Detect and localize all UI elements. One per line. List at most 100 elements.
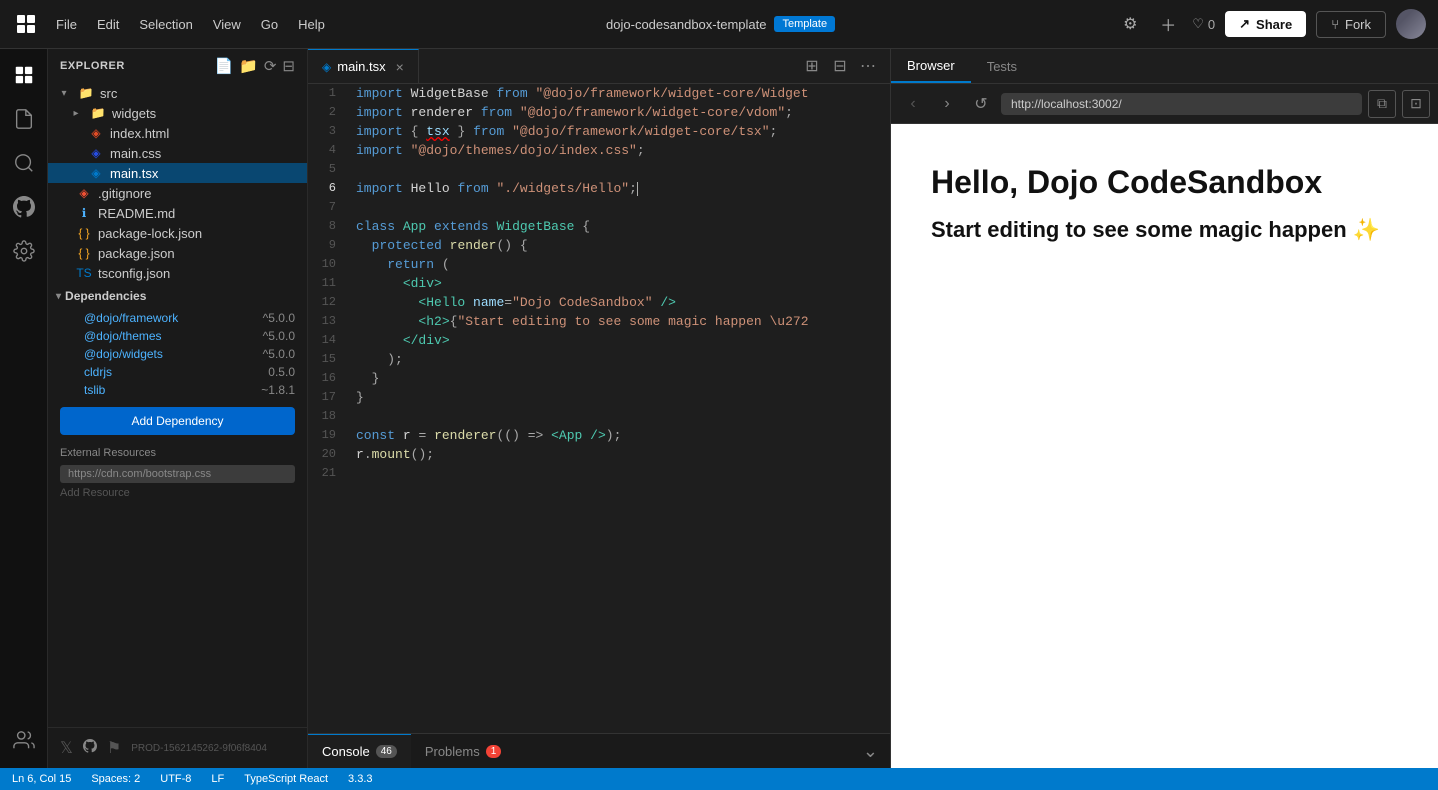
collapse-editor-icon[interactable]: ⊟ bbox=[828, 54, 852, 78]
folder-icon: 📁 bbox=[78, 85, 94, 101]
dep-dojo-widgets[interactable]: @dojo/widgets ^5.0.0 bbox=[48, 345, 307, 363]
widgets-folder[interactable]: ▸ 📁 widgets bbox=[48, 103, 307, 123]
plus-icon[interactable]: ＋ bbox=[1154, 10, 1182, 38]
split-editor-icon[interactable]: ⊞ bbox=[800, 54, 824, 78]
dep-cldrjs[interactable]: cldrjs 0.5.0 bbox=[48, 363, 307, 381]
problems-label: Problems bbox=[425, 744, 480, 759]
file-tsconfig[interactable]: TS tsconfig.json bbox=[48, 263, 307, 283]
menu-view[interactable]: View bbox=[213, 17, 241, 32]
user-avatar[interactable] bbox=[1396, 9, 1426, 39]
file-readme[interactable]: ℹ README.md bbox=[48, 203, 307, 223]
status-encoding[interactable]: UTF-8 bbox=[156, 773, 195, 785]
back-button[interactable]: ‹ bbox=[899, 90, 927, 118]
tab-close-button[interactable]: × bbox=[396, 59, 404, 75]
url-bar[interactable] bbox=[1001, 93, 1362, 115]
status-line-col[interactable]: Ln 6, Col 15 bbox=[8, 773, 75, 785]
file-label: index.html bbox=[110, 126, 169, 141]
status-language[interactable]: TypeScript React bbox=[240, 773, 332, 785]
file-label: tsconfig.json bbox=[98, 266, 170, 281]
tab-tests[interactable]: Tests bbox=[971, 49, 1033, 83]
refresh-icon[interactable]: ⟳ bbox=[264, 57, 277, 75]
file-label: README.md bbox=[98, 206, 175, 221]
tab-main-tsx[interactable]: ◈ main.tsx × bbox=[308, 49, 419, 83]
settings-sidebar-icon[interactable] bbox=[6, 233, 42, 269]
dependencies-section[interactable]: ▾ Dependencies bbox=[48, 283, 307, 309]
editor-actions: ⊞ ⊟ ⋯ bbox=[800, 54, 890, 78]
file-main-css[interactable]: ◈ main.css bbox=[48, 143, 307, 163]
new-file-icon[interactable]: 📄 bbox=[214, 57, 233, 75]
feedback-icon[interactable]: ⚑ bbox=[107, 738, 121, 758]
browser-tab-bar: Browser Tests bbox=[891, 49, 1438, 84]
file-package-json[interactable]: { } package.json bbox=[48, 243, 307, 263]
copy-url-icon[interactable]: ⧉ bbox=[1368, 90, 1396, 118]
spacer-icon bbox=[56, 265, 70, 281]
chevron-down-icon: ▾ bbox=[56, 291, 61, 302]
team-icon[interactable] bbox=[6, 722, 42, 758]
language-label: TypeScript React bbox=[244, 773, 328, 785]
tsx-file-icon: ◈ bbox=[88, 165, 104, 181]
preview-subtitle: Start editing to see some magic happen ✨ bbox=[931, 217, 1398, 243]
status-spaces[interactable]: Spaces: 2 bbox=[87, 773, 144, 785]
add-dependency-button[interactable]: Add Dependency bbox=[60, 407, 295, 435]
sidebar: EXPLORER 📄 📁 ⟳ ⊟ ▾ 📁 src ▸ 📁 widgets bbox=[48, 49, 308, 768]
file-package-lock[interactable]: { } package-lock.json bbox=[48, 223, 307, 243]
share-button[interactable]: ↗ Share bbox=[1225, 11, 1306, 37]
collapse-icon[interactable]: ⊟ bbox=[282, 57, 295, 75]
tab-browser[interactable]: Browser bbox=[891, 49, 971, 83]
new-folder-icon[interactable]: 📁 bbox=[239, 57, 258, 75]
file-gitignore[interactable]: ◈ .gitignore bbox=[48, 183, 307, 203]
status-line-ending[interactable]: LF bbox=[207, 773, 228, 785]
line-ending-label: LF bbox=[211, 773, 224, 785]
search-icon[interactable] bbox=[6, 145, 42, 181]
refresh-button[interactable]: ↺ bbox=[967, 90, 995, 118]
status-bar: Ln 6, Col 15 Spaces: 2 UTF-8 LF TypeScri… bbox=[0, 768, 1438, 790]
github-icon[interactable] bbox=[6, 189, 42, 225]
src-folder-label: src bbox=[100, 86, 117, 101]
menu-edit[interactable]: Edit bbox=[97, 17, 119, 32]
files-icon[interactable] bbox=[6, 101, 42, 137]
console-tab[interactable]: Console 46 bbox=[308, 734, 411, 768]
menu-go[interactable]: Go bbox=[261, 17, 278, 32]
dep-dojo-framework[interactable]: @dojo/framework ^5.0.0 bbox=[48, 309, 307, 327]
open-new-tab-icon[interactable]: ⊡ bbox=[1402, 90, 1430, 118]
add-resource-hint[interactable]: Add Resource bbox=[48, 485, 307, 501]
menu-file[interactable]: File bbox=[56, 17, 77, 32]
twitter-icon[interactable]: 𝕏 bbox=[60, 738, 73, 758]
file-tree: ▾ 📁 src ▸ 📁 widgets ◈ index.html ◈ main.… bbox=[48, 83, 307, 727]
code-lines: import WidgetBase from "@dojo/framework/… bbox=[348, 84, 890, 733]
editor-browser-area: ◈ main.tsx × ⊞ ⊟ ⋯ 1 2 3 4 5 6 bbox=[308, 49, 1438, 768]
browser-panel: Browser Tests ‹ › ↺ ⧉ ⊡ Hello, Dojo Code… bbox=[890, 49, 1438, 768]
forward-button[interactable]: › bbox=[933, 90, 961, 118]
css-file-icon: ◈ bbox=[88, 145, 104, 161]
build-id: PROD-1562145262-9f06f8404 bbox=[131, 743, 267, 754]
console-badge: 46 bbox=[376, 745, 397, 758]
menu-selection[interactable]: Selection bbox=[139, 17, 192, 32]
fork-button[interactable]: ⑂ Fork bbox=[1316, 11, 1386, 38]
github-footer-icon[interactable] bbox=[83, 739, 97, 758]
problems-badge: 1 bbox=[486, 745, 502, 758]
file-label: main.tsx bbox=[110, 166, 158, 181]
top-bar: File Edit Selection View Go Help dojo-co… bbox=[0, 0, 1438, 49]
sidebar-actions: 📄 📁 ⟳ ⊟ bbox=[214, 57, 295, 75]
like-button[interactable]: ♡ 0 bbox=[1192, 16, 1215, 32]
settings-icon[interactable]: ⚙ bbox=[1116, 10, 1144, 38]
problems-tab[interactable]: Problems 1 bbox=[411, 734, 515, 768]
dep-name: @dojo/themes bbox=[84, 329, 162, 343]
src-folder[interactable]: ▾ 📁 src bbox=[48, 83, 307, 103]
ts-file-icon: TS bbox=[76, 265, 92, 281]
menu-help[interactable]: Help bbox=[298, 17, 325, 32]
dep-dojo-themes[interactable]: @dojo/themes ^5.0.0 bbox=[48, 327, 307, 345]
explorer-icon[interactable] bbox=[6, 57, 42, 93]
status-version[interactable]: 3.3.3 bbox=[344, 773, 376, 785]
file-index-html[interactable]: ◈ index.html bbox=[48, 123, 307, 143]
code-editor[interactable]: 1 2 3 4 5 6 7 8 9 10 11 12 13 14 15 16 1 bbox=[308, 84, 890, 733]
like-count: 0 bbox=[1208, 17, 1215, 32]
app-logo[interactable] bbox=[12, 10, 40, 38]
dep-name: tslib bbox=[84, 383, 105, 397]
ext-resource-input[interactable] bbox=[60, 465, 295, 483]
dep-tslib[interactable]: tslib ~1.8.1 bbox=[48, 381, 307, 399]
more-options-icon[interactable]: ⋯ bbox=[856, 54, 880, 78]
file-main-tsx[interactable]: ◈ main.tsx bbox=[48, 163, 307, 183]
close-panel-icon[interactable]: ⌄ bbox=[863, 741, 890, 762]
json-file-icon2: { } bbox=[76, 245, 92, 261]
